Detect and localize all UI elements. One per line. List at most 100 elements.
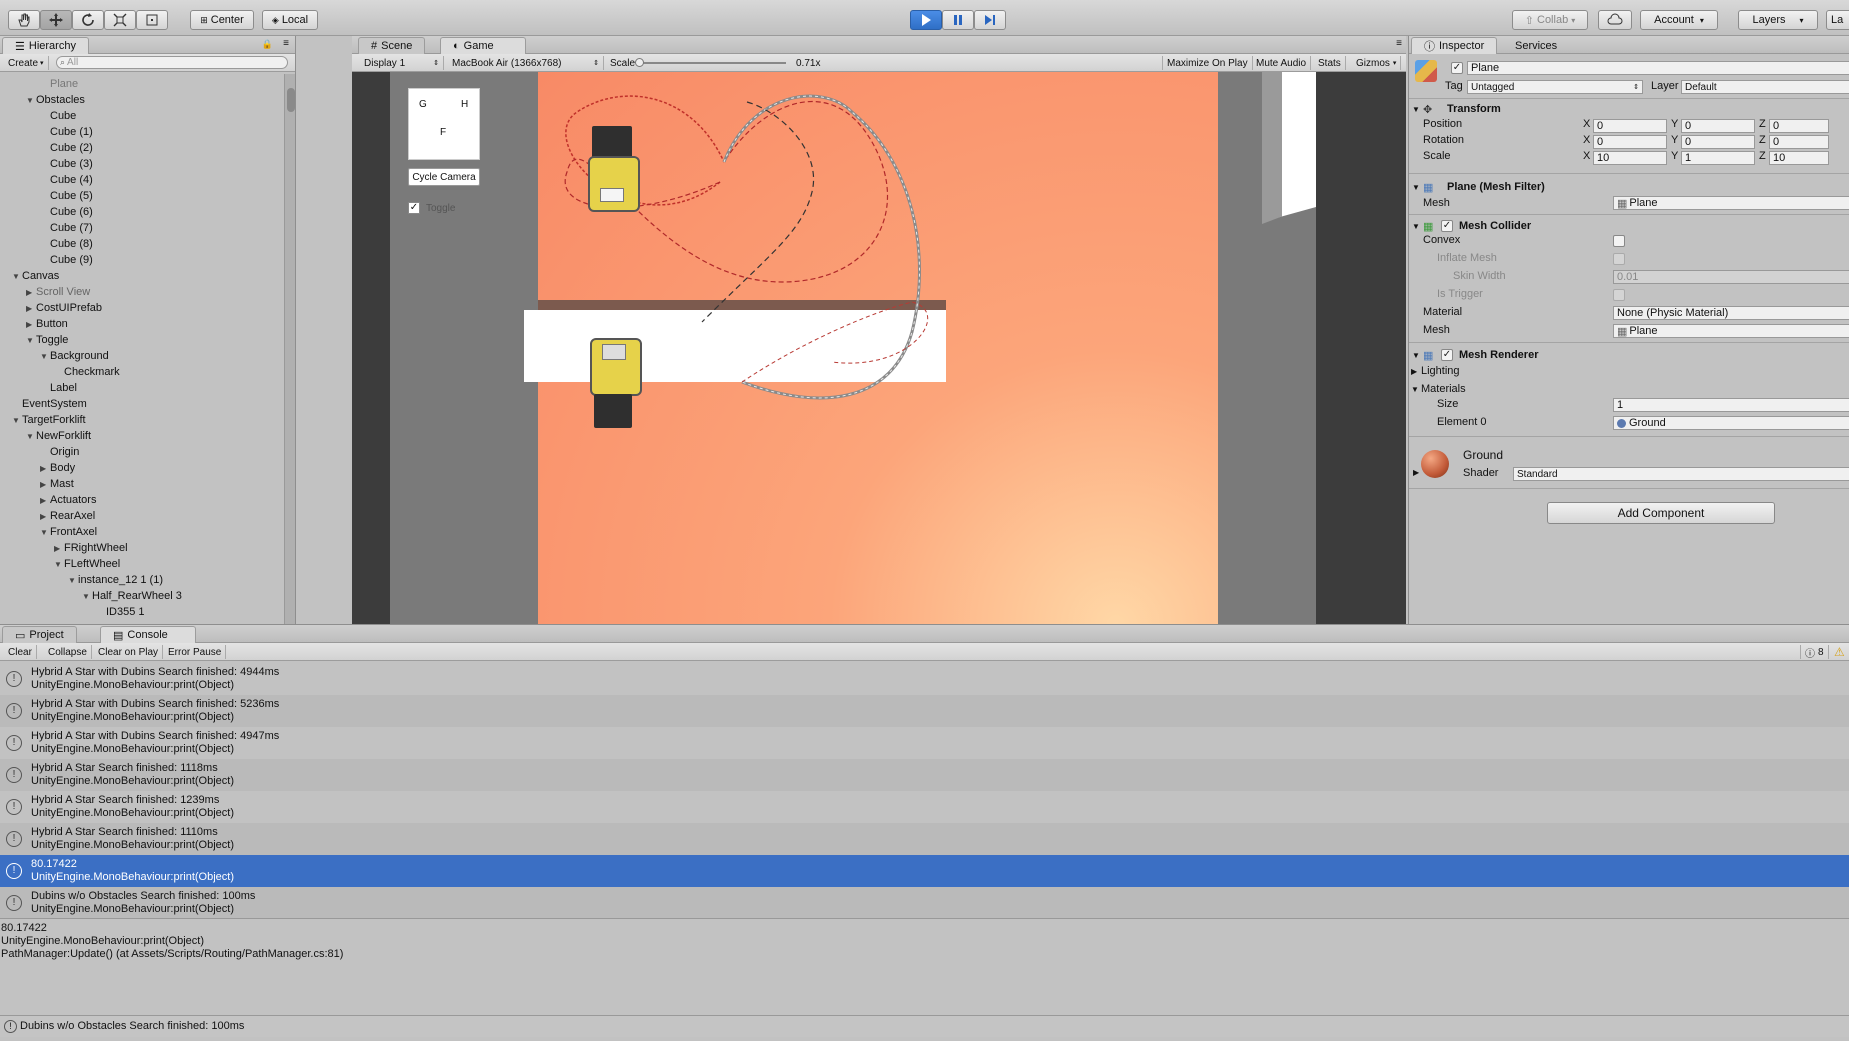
hierarchy-item[interactable]: Cube <box>40 108 76 124</box>
collapse-toggle[interactable]: Collapse <box>44 645 92 659</box>
collapse-arrow-icon[interactable]: ▶ <box>26 288 36 297</box>
hierarchy-item[interactable]: ▼ Obstacles <box>26 92 85 108</box>
materials-foldout[interactable]: ▼ Materials <box>1409 380 1849 398</box>
scale-slider[interactable] <box>635 58 786 67</box>
play-button[interactable] <box>910 10 942 30</box>
console-log-entry[interactable]: ! 80.17422 UnityEngine.MonoBehaviour:print… <box>0 855 1849 887</box>
expand-arrow-icon[interactable]: ▼ <box>54 560 64 569</box>
object-name-input[interactable]: Plane <box>1467 61 1849 75</box>
expand-arrow-icon[interactable]: ▼ <box>26 336 36 345</box>
console-log-entry[interactable]: ! Hybrid A Star with Dubins Search finish… <box>0 727 1849 759</box>
hierarchy-item[interactable]: ▶ RearAxel <box>40 508 95 524</box>
lock-icon[interactable]: 🔒 <box>262 39 273 50</box>
console-log-entry[interactable]: ! Hybrid A Star with Dubins Search finish… <box>0 695 1849 727</box>
collapse-arrow-icon[interactable]: ▶ <box>1413 468 1419 477</box>
collapse-arrow-icon[interactable]: ▶ <box>40 464 50 473</box>
scale-tool-button[interactable] <box>104 10 136 30</box>
move-tool-button[interactable] <box>40 10 72 30</box>
collapse-arrow-icon[interactable]: ▶ <box>54 544 64 553</box>
position-y-input[interactable]: 0 <box>1681 119 1755 133</box>
materials-size-input[interactable]: 1 <box>1613 398 1849 412</box>
tab-hierarchy[interactable]: ☰ Hierarchy <box>2 37 89 54</box>
convex-checkbox[interactable] <box>1613 235 1625 247</box>
hierarchy-item[interactable]: ▶ Actuators <box>40 492 96 508</box>
hierarchy-item[interactable]: ▼ NewForklift <box>26 428 91 444</box>
mesh-field[interactable]: ▦ Plane <box>1613 196 1849 210</box>
element-0-field[interactable]: Ground <box>1613 416 1849 430</box>
tab-scene[interactable]: # Scene <box>358 37 426 54</box>
tab-services[interactable]: Services <box>1503 37 1569 54</box>
hierarchy-item[interactable]: Cube (9) <box>40 252 93 268</box>
hierarchy-search-input[interactable]: ⌕ All <box>56 56 288 69</box>
lighting-foldout[interactable]: ▶ Lighting <box>1409 362 1849 380</box>
status-bar[interactable]: ! Dubins w/o Obstacles Search finished: … <box>0 1015 1849 1037</box>
hierarchy-item[interactable]: Origin <box>40 444 79 460</box>
ui-toggle[interactable]: ✓ Toggle <box>408 202 455 214</box>
rotation-z-input[interactable]: 0 <box>1769 135 1829 149</box>
resolution-dropdown[interactable]: MacBook Air (1366x768) ⇕ <box>448 56 604 70</box>
rect-tool-button[interactable] <box>136 10 168 30</box>
panel-menu-icon[interactable]: ≡ <box>1396 38 1402 49</box>
pause-button[interactable] <box>942 10 974 30</box>
console-log-entry[interactable]: ! Dubins w/o Obstacles Search finished: 1… <box>0 887 1849 918</box>
console-log-entry[interactable]: ! Hybrid A Star with Dubins Search finish… <box>0 663 1849 695</box>
stats-toggle[interactable]: Stats <box>1314 56 1346 70</box>
expand-arrow-icon[interactable]: ▼ <box>12 416 22 425</box>
hierarchy-item[interactable]: ▼ Canvas <box>12 268 59 284</box>
hierarchy-item[interactable]: Cube (1) <box>40 124 93 140</box>
collapse-arrow-icon[interactable]: ▶ <box>40 496 50 505</box>
rotation-y-input[interactable]: 0 <box>1681 135 1755 149</box>
transform-header[interactable]: ▼ ✥ Transform <box>1409 100 1849 118</box>
expand-arrow-icon[interactable]: ▼ <box>40 352 50 361</box>
expand-arrow-icon[interactable]: ▼ <box>68 576 78 585</box>
hierarchy-item[interactable]: Cube (8) <box>40 236 93 252</box>
create-dropdown[interactable]: Create ▾ <box>4 56 49 70</box>
hierarchy-item[interactable]: ▶ Body <box>40 460 75 476</box>
scrollbar-thumb[interactable] <box>287 88 295 112</box>
collapse-arrow-icon[interactable]: ▶ <box>40 480 50 489</box>
step-button[interactable] <box>974 10 1006 30</box>
rotate-tool-button[interactable] <box>72 10 104 30</box>
warning-icon[interactable]: ⚠ <box>1834 645 1845 659</box>
tab-console[interactable]: ▤ Console <box>100 626 196 643</box>
hierarchy-item[interactable]: EventSystem <box>12 396 87 412</box>
hierarchy-item[interactable]: ▶ Mast <box>40 476 74 492</box>
hierarchy-item[interactable]: ▼ Background <box>40 348 109 364</box>
rotation-x-input[interactable]: 0 <box>1593 135 1667 149</box>
hierarchy-scrollbar[interactable] <box>284 74 295 624</box>
error-pause-toggle[interactable]: Error Pause <box>164 645 227 659</box>
hand-tool-button[interactable] <box>8 10 40 30</box>
collab-dropdown[interactable]: ⇧ Collab ▾ <box>1512 10 1588 30</box>
console-log-entry[interactable]: ! Hybrid A Star Search finished: 1110ms Un… <box>0 823 1849 855</box>
active-checkbox[interactable]: ✓ <box>1451 62 1463 74</box>
scale-slider-thumb[interactable] <box>635 58 644 67</box>
tab-project[interactable]: ▭ Project <box>2 626 77 643</box>
hierarchy-item[interactable]: ▼ TargetForklift <box>12 412 86 428</box>
tab-inspector[interactable]: ⓘ Inspector <box>1411 37 1498 54</box>
hierarchy-item[interactable]: ▶ FRightWheel <box>54 540 128 556</box>
scale-x-input[interactable]: 10 <box>1593 151 1667 165</box>
expand-arrow-icon[interactable]: ▼ <box>26 96 36 105</box>
maximize-on-play-toggle[interactable]: Maximize On Play <box>1162 56 1253 70</box>
hierarchy-item[interactable]: Cube (7) <box>40 220 93 236</box>
expand-arrow-icon[interactable]: ▼ <box>82 592 92 601</box>
space-local-toggle[interactable]: ◈ Local <box>262 10 318 30</box>
expand-arrow-icon[interactable]: ▼ <box>12 272 22 281</box>
shader-dropdown[interactable]: Standard <box>1513 467 1849 481</box>
pivot-center-toggle[interactable]: ⊞ Center <box>190 10 254 30</box>
collapse-arrow-icon[interactable]: ▶ <box>26 304 36 313</box>
hierarchy-item[interactable]: Cube (4) <box>40 172 93 188</box>
hierarchy-item[interactable]: Cube (3) <box>40 156 93 172</box>
hierarchy-item[interactable]: ▼ Toggle <box>26 332 68 348</box>
position-z-input[interactable]: 0 <box>1769 119 1829 133</box>
tag-dropdown[interactable]: Untagged ⇕ <box>1467 80 1643 94</box>
add-component-button[interactable]: Add Component <box>1547 502 1775 524</box>
layout-dropdown[interactable]: La <box>1826 10 1849 30</box>
log-count-toggle[interactable]: ⓘ 8 <box>1800 645 1829 660</box>
hierarchy-item[interactable]: ▼ Half_RearWheel 3 <box>82 588 182 604</box>
renderer-enabled-checkbox[interactable]: ✓ <box>1441 349 1453 361</box>
hierarchy-item[interactable]: ▶ Button <box>26 316 68 332</box>
game-view[interactable]: G H F Cycle Camera ✓ Toggle <box>352 72 1406 624</box>
hierarchy-item[interactable]: Cube (6) <box>40 204 93 220</box>
collider-enabled-checkbox[interactable]: ✓ <box>1441 220 1453 232</box>
